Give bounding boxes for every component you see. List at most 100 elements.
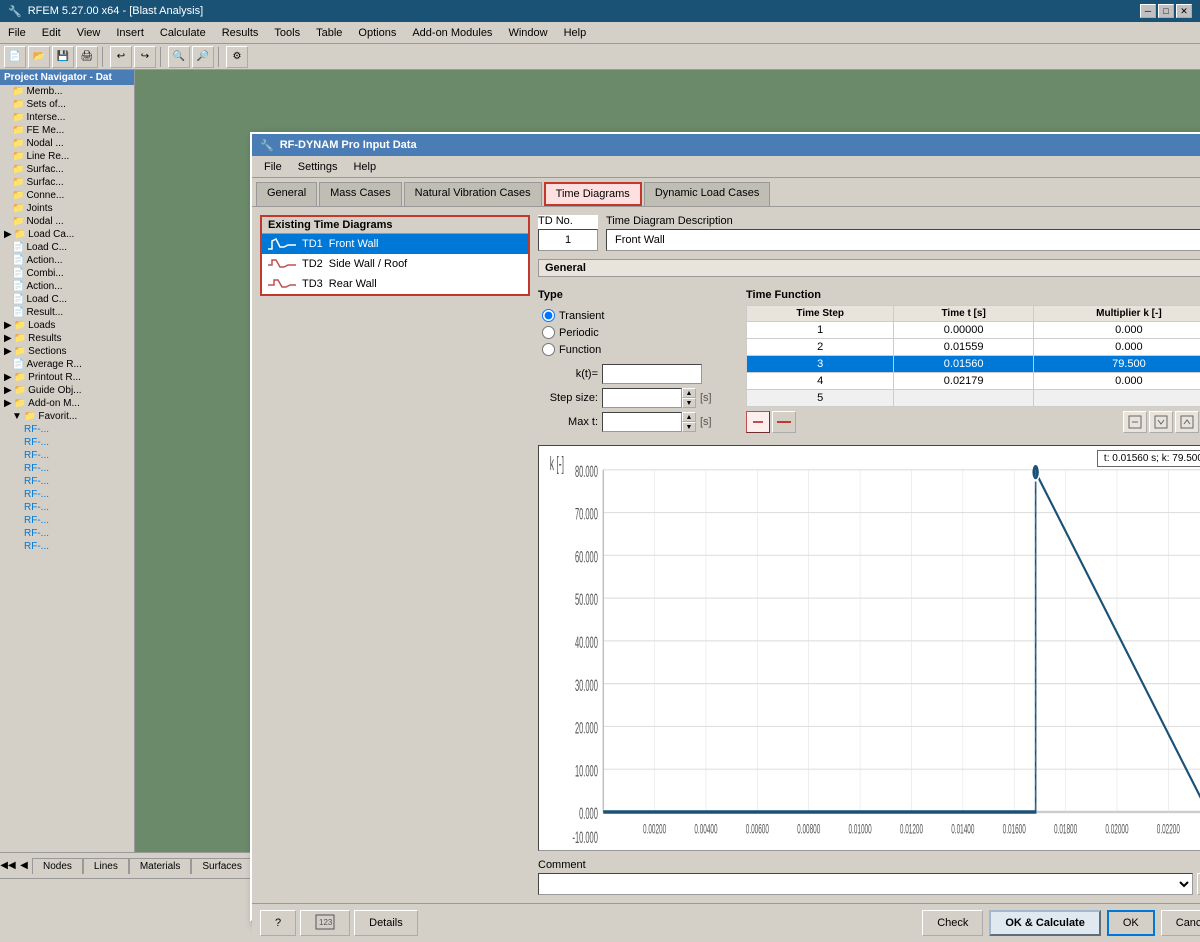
- tree-item[interactable]: 📁Surfac...: [0, 163, 134, 176]
- menu-view[interactable]: View: [69, 25, 109, 41]
- table-btn-export3[interactable]: [1175, 411, 1199, 433]
- input-btn[interactable]: 123: [300, 910, 350, 936]
- dialog-menu-help[interactable]: Help: [345, 159, 384, 175]
- tree-item-results[interactable]: ▶📁Results: [0, 332, 134, 345]
- status-arrow-left[interactable]: ◀◀: [0, 855, 16, 877]
- details-button[interactable]: Details: [354, 910, 418, 936]
- menu-results[interactable]: Results: [214, 25, 267, 41]
- dialog-menu-file[interactable]: File: [256, 159, 290, 175]
- tree-item[interactable]: 📁Surfac...: [0, 176, 134, 189]
- td-no-input[interactable]: [538, 229, 598, 251]
- tb-settings[interactable]: ⚙: [226, 46, 248, 68]
- tree-item-rf2[interactable]: RF-...: [0, 436, 134, 449]
- status-tab-lines[interactable]: Lines: [83, 858, 129, 874]
- tb-open[interactable]: 📂: [28, 46, 50, 68]
- td-desc-select[interactable]: Front Wall Side Wall / Roof Rear Wall: [606, 229, 1200, 251]
- dialog-menu-settings[interactable]: Settings: [290, 159, 346, 175]
- tree-item[interactable]: 📄Combi...: [0, 267, 134, 280]
- tree-item[interactable]: 📁Memb...: [0, 85, 134, 98]
- tree-item-addon[interactable]: ▶📁Add-on M...: [0, 397, 134, 410]
- tree-item-printout[interactable]: ▶📁Printout R...: [0, 371, 134, 384]
- radio-periodic-input[interactable]: [542, 326, 555, 339]
- radio-function-input[interactable]: [542, 343, 555, 356]
- max-t-up[interactable]: ▲: [682, 412, 696, 422]
- tree-item-sections[interactable]: ▶📁Sections: [0, 345, 134, 358]
- tab-natural-vibration[interactable]: Natural Vibration Cases: [404, 182, 542, 206]
- help-button[interactable]: ?: [260, 910, 296, 936]
- minimize-button[interactable]: ─: [1140, 4, 1156, 18]
- status-arrow-prev[interactable]: ◀: [16, 855, 32, 877]
- tree-item-rf10[interactable]: RF-...: [0, 540, 134, 553]
- tree-item[interactable]: 📄Average R...: [0, 358, 134, 371]
- tree-item[interactable]: 📁Conne...: [0, 189, 134, 202]
- tree-item[interactable]: 📁Interse...: [0, 111, 134, 124]
- tree-item-load-cases[interactable]: ▶📁Load Ca...: [0, 228, 134, 241]
- table-row-empty[interactable]: 5: [747, 390, 1200, 407]
- diagram-row-td1[interactable]: TD1 Front Wall: [262, 234, 528, 254]
- tree-item[interactable]: 📁Nodal ...: [0, 215, 134, 228]
- check-button[interactable]: Check: [922, 910, 983, 936]
- tb-redo[interactable]: ↪: [134, 46, 156, 68]
- tb-zoom-in[interactable]: 🔍: [168, 46, 190, 68]
- tree-item-rf7[interactable]: RF-...: [0, 501, 134, 514]
- tree-item-rf9[interactable]: RF-...: [0, 527, 134, 540]
- table-row[interactable]: 4 0.02179 0.000: [747, 373, 1200, 390]
- close-button[interactable]: ✕: [1176, 4, 1192, 18]
- ok-calculate-button[interactable]: OK & Calculate: [989, 910, 1100, 936]
- table-btn-add[interactable]: [746, 411, 770, 433]
- tree-item[interactable]: 📁Nodal ...: [0, 137, 134, 150]
- menu-addon[interactable]: Add-on Modules: [404, 25, 500, 41]
- max-t-input[interactable]: [602, 412, 682, 432]
- comment-select[interactable]: [538, 873, 1193, 895]
- tb-new[interactable]: 📄: [4, 46, 26, 68]
- tab-dynamic-load[interactable]: Dynamic Load Cases: [644, 182, 771, 206]
- menu-table[interactable]: Table: [308, 25, 350, 41]
- cancel-button[interactable]: Cancel: [1161, 910, 1200, 936]
- tab-general[interactable]: General: [256, 182, 317, 206]
- tree-item[interactable]: 📄Action...: [0, 280, 134, 293]
- tb-save[interactable]: 💾: [52, 46, 74, 68]
- ok-button[interactable]: OK: [1107, 910, 1155, 936]
- table-row[interactable]: 1 0.00000 0.000: [747, 322, 1200, 339]
- radio-transient[interactable]: Transient: [542, 309, 734, 322]
- tree-item-rf6[interactable]: RF-...: [0, 488, 134, 501]
- menu-help[interactable]: Help: [556, 25, 595, 41]
- menu-calculate[interactable]: Calculate: [152, 25, 214, 41]
- diagram-row-td3[interactable]: TD3 Rear Wall: [262, 274, 528, 294]
- menu-insert[interactable]: Insert: [108, 25, 152, 41]
- tree-item-rf3[interactable]: RF-...: [0, 449, 134, 462]
- tree-item[interactable]: 📄Load C...: [0, 241, 134, 254]
- status-tab-nodes[interactable]: Nodes: [32, 858, 83, 874]
- table-btn-delete[interactable]: [772, 411, 796, 433]
- tab-time-diagrams[interactable]: Time Diagrams: [544, 182, 642, 206]
- tb-zoom-out[interactable]: 🔎: [192, 46, 214, 68]
- tree-item[interactable]: 📄Load C...: [0, 293, 134, 306]
- menu-edit[interactable]: Edit: [34, 25, 69, 41]
- kt-input[interactable]: [602, 364, 702, 384]
- radio-periodic[interactable]: Periodic: [542, 326, 734, 339]
- max-t-down[interactable]: ▼: [682, 422, 696, 432]
- table-btn-export1[interactable]: [1123, 411, 1147, 433]
- step-size-input[interactable]: [602, 388, 682, 408]
- tab-mass-cases[interactable]: Mass Cases: [319, 182, 402, 206]
- table-row-selected[interactable]: 3 0.01560 79.500: [747, 356, 1200, 373]
- tree-item[interactable]: 📄Result...: [0, 306, 134, 319]
- status-tab-materials[interactable]: Materials: [129, 858, 192, 874]
- tree-item-rf5[interactable]: RF-...: [0, 475, 134, 488]
- menu-tools[interactable]: Tools: [266, 25, 308, 41]
- diagram-row-td2[interactable]: TD2 Side Wall / Roof: [262, 254, 528, 274]
- tree-item-rf1[interactable]: RF-...: [0, 423, 134, 436]
- radio-transient-input[interactable]: [542, 309, 555, 322]
- tree-area[interactable]: 📁Memb... 📁Sets of... 📁Interse... 📁FE Me.…: [0, 85, 134, 855]
- table-row[interactable]: 2 0.01559 0.000: [747, 339, 1200, 356]
- status-tab-surfaces[interactable]: Surfaces: [191, 858, 252, 874]
- tree-item[interactable]: 📁Line Re...: [0, 150, 134, 163]
- tree-item-loads[interactable]: ▶📁Loads: [0, 319, 134, 332]
- tree-item[interactable]: 📁Sets of...: [0, 98, 134, 111]
- tree-item-rf8[interactable]: RF-...: [0, 514, 134, 527]
- menu-options[interactable]: Options: [350, 25, 404, 41]
- table-btn-export2[interactable]: [1149, 411, 1173, 433]
- status-tab-arrow-left[interactable]: ◀◀ ◀: [0, 855, 32, 877]
- tree-item-rf4[interactable]: RF-...: [0, 462, 134, 475]
- tree-item[interactable]: 📁Joints: [0, 202, 134, 215]
